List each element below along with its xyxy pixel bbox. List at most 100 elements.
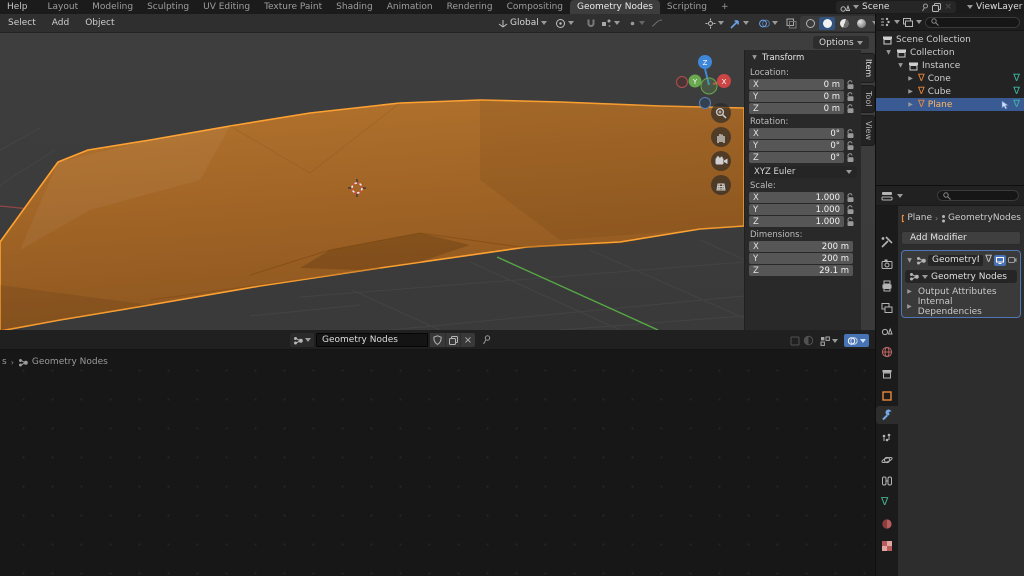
tab-render[interactable] (881, 258, 893, 270)
outliner-row-collection[interactable]: ▼ Collection (876, 46, 1024, 59)
properties-search-input[interactable] (937, 190, 1019, 201)
viewport-options-button[interactable]: Options (813, 36, 869, 49)
snap-toggle[interactable] (583, 16, 599, 31)
workspace-tab-shading[interactable]: Shading (329, 0, 380, 14)
scale-y-field[interactable]: Y1.000 (749, 204, 844, 215)
location-x-field[interactable]: X0 m (749, 79, 844, 90)
geometry-nodes-modifier-icon[interactable]: ∇ (1013, 74, 1020, 84)
expander-icon[interactable]: ▶ (906, 101, 915, 108)
viewport-display-toggle[interactable] (994, 255, 1006, 266)
new-node-tree-button[interactable] (445, 333, 460, 347)
render-display-toggle[interactable] (1008, 256, 1017, 264)
workspace-tab-sculpting[interactable]: Sculpting (140, 0, 196, 14)
geometry-nodes-modifier-icon[interactable]: ∇ (1013, 87, 1020, 97)
outliner-row-plane[interactable]: ▶ ∇ Plane ∇ (876, 98, 1024, 111)
workspace-tab-texture-paint[interactable]: Texture Paint (257, 0, 329, 14)
dimensions-z-field[interactable]: Z29.1 m (749, 265, 853, 276)
workspace-tab-rendering[interactable]: Rendering (440, 0, 500, 14)
properties-editor-icon[interactable] (881, 191, 893, 201)
add-workspace-button[interactable]: + (714, 0, 736, 14)
outliner-row-cone[interactable]: ▶ ∇ Cone ∇ (876, 72, 1024, 85)
gizmo-center[interactable] (701, 78, 717, 94)
viewport-menu-object[interactable]: Object (77, 18, 122, 28)
lock-rotation-y-icon[interactable] (844, 141, 857, 151)
camera-view-button[interactable] (711, 151, 731, 171)
transform-panel-header[interactable]: ▼ Transform (745, 50, 861, 65)
rotation-y-field[interactable]: Y0° (749, 140, 844, 151)
node-tree-browse-button[interactable] (290, 333, 314, 347)
rotation-x-field[interactable]: X0° (749, 128, 844, 139)
lock-location-y-icon[interactable] (844, 92, 857, 102)
tab-output[interactable] (881, 280, 893, 292)
scene-selector[interactable]: Scene × (836, 1, 956, 13)
tab-view-layer[interactable] (881, 302, 893, 314)
proportional-editing-toggle[interactable] (625, 16, 648, 31)
node-editor-canvas[interactable] (0, 350, 875, 576)
viewport-menu-select[interactable]: Select (0, 18, 44, 28)
outliner-display-mode-icon[interactable] (880, 17, 891, 27)
outliner-row-scene-collection[interactable]: Scene Collection (876, 33, 1024, 46)
lock-scale-y-icon[interactable] (844, 205, 857, 215)
edit-mode-toggle-icon[interactable]: ∇ (985, 255, 992, 265)
lock-location-x-icon[interactable] (844, 80, 857, 90)
scale-x-field[interactable]: X1.000 (749, 192, 844, 203)
tab-object[interactable] (881, 390, 893, 402)
workspace-tab-modeling[interactable]: Modeling (85, 0, 140, 14)
sidebar-tab-view[interactable]: View (861, 115, 875, 146)
dimensions-y-field[interactable]: Y200 m (749, 253, 853, 264)
outliner-editor-icon[interactable] (903, 18, 913, 27)
node-snapping-dropdown[interactable] (817, 333, 841, 348)
location-y-field[interactable]: Y0 m (749, 91, 844, 102)
tab-world[interactable] (881, 346, 893, 358)
lock-location-z-icon[interactable] (844, 104, 857, 114)
modifier-header[interactable]: ▼ GeometryNo... ∇ (905, 253, 1017, 267)
modifier-collapse-icon[interactable]: ▼ (905, 257, 914, 264)
tab-object-data[interactable]: ∇ (881, 496, 893, 508)
rotation-mode-dropdown[interactable]: XYZ Euler (749, 166, 857, 178)
modifier-name-field[interactable]: GeometryNo... (928, 255, 983, 266)
expander-icon[interactable]: ▶ (906, 88, 915, 95)
parent-tree-icon[interactable] (790, 336, 800, 346)
tab-tool[interactable] (881, 236, 893, 248)
shading-material-button[interactable] (836, 17, 852, 30)
viewport-menu-add[interactable]: Add (44, 18, 77, 28)
outliner-search-input[interactable] (925, 17, 1020, 28)
perspective-toggle-button[interactable] (711, 175, 731, 195)
tab-modifiers[interactable] (881, 409, 893, 421)
menu-help[interactable]: Help (0, 2, 35, 12)
viewport-canvas[interactable]: Options Z Y X (0, 33, 875, 330)
pin-icon[interactable] (482, 335, 491, 345)
add-modifier-button[interactable]: Add Modifier (901, 231, 1021, 245)
workspace-tab-geometry-nodes[interactable]: Geometry Nodes (570, 0, 660, 14)
breadcrumb-object[interactable]: Plane (907, 213, 932, 223)
tab-material[interactable] (881, 518, 893, 530)
tab-physics[interactable] (881, 454, 893, 466)
xray-toggle[interactable] (783, 16, 800, 31)
expander-icon[interactable]: ▼ (896, 62, 905, 69)
shading-rendered-button[interactable] (853, 17, 869, 30)
gizmo-axis-x-neg[interactable] (677, 77, 688, 88)
workspace-tab-animation[interactable]: Animation (380, 0, 440, 14)
sidebar-tab-item[interactable]: Item (861, 53, 875, 83)
workspace-tab-layout[interactable]: Layout (41, 0, 86, 14)
show-gizmo-toggle[interactable] (727, 16, 752, 31)
pivot-point-dropdown[interactable] (552, 16, 577, 31)
navigation-gizmo[interactable]: Z Y X (676, 51, 742, 111)
dimensions-x-field[interactable]: X200 m (749, 241, 853, 252)
lock-scale-z-icon[interactable] (844, 217, 857, 227)
geometry-nodes-modifier-icon[interactable]: ∇ (1013, 100, 1020, 110)
gizmos-dropdown[interactable] (702, 16, 727, 31)
fake-user-button[interactable] (430, 333, 445, 347)
zoom-button[interactable] (711, 103, 731, 123)
expander-icon[interactable]: ▼ (884, 49, 893, 56)
rotation-z-field[interactable]: Z0° (749, 152, 844, 163)
workspace-tab-uv-editing[interactable]: UV Editing (196, 0, 257, 14)
node-tree-name-field[interactable]: Geometry Nodes (316, 333, 428, 347)
section-internal-dependencies[interactable]: ▶ Internal Dependencies (905, 300, 1017, 313)
tab-collection[interactable] (881, 368, 893, 380)
sidebar-tab-tool[interactable]: Tool (861, 85, 875, 113)
lock-scale-x-icon[interactable] (844, 193, 857, 203)
workspace-tab-scripting[interactable]: Scripting (660, 0, 714, 14)
outliner-row-cube[interactable]: ▶ ∇ Cube ∇ (876, 85, 1024, 98)
breadcrumb-modifier[interactable]: GeometryNodes (948, 213, 1021, 223)
